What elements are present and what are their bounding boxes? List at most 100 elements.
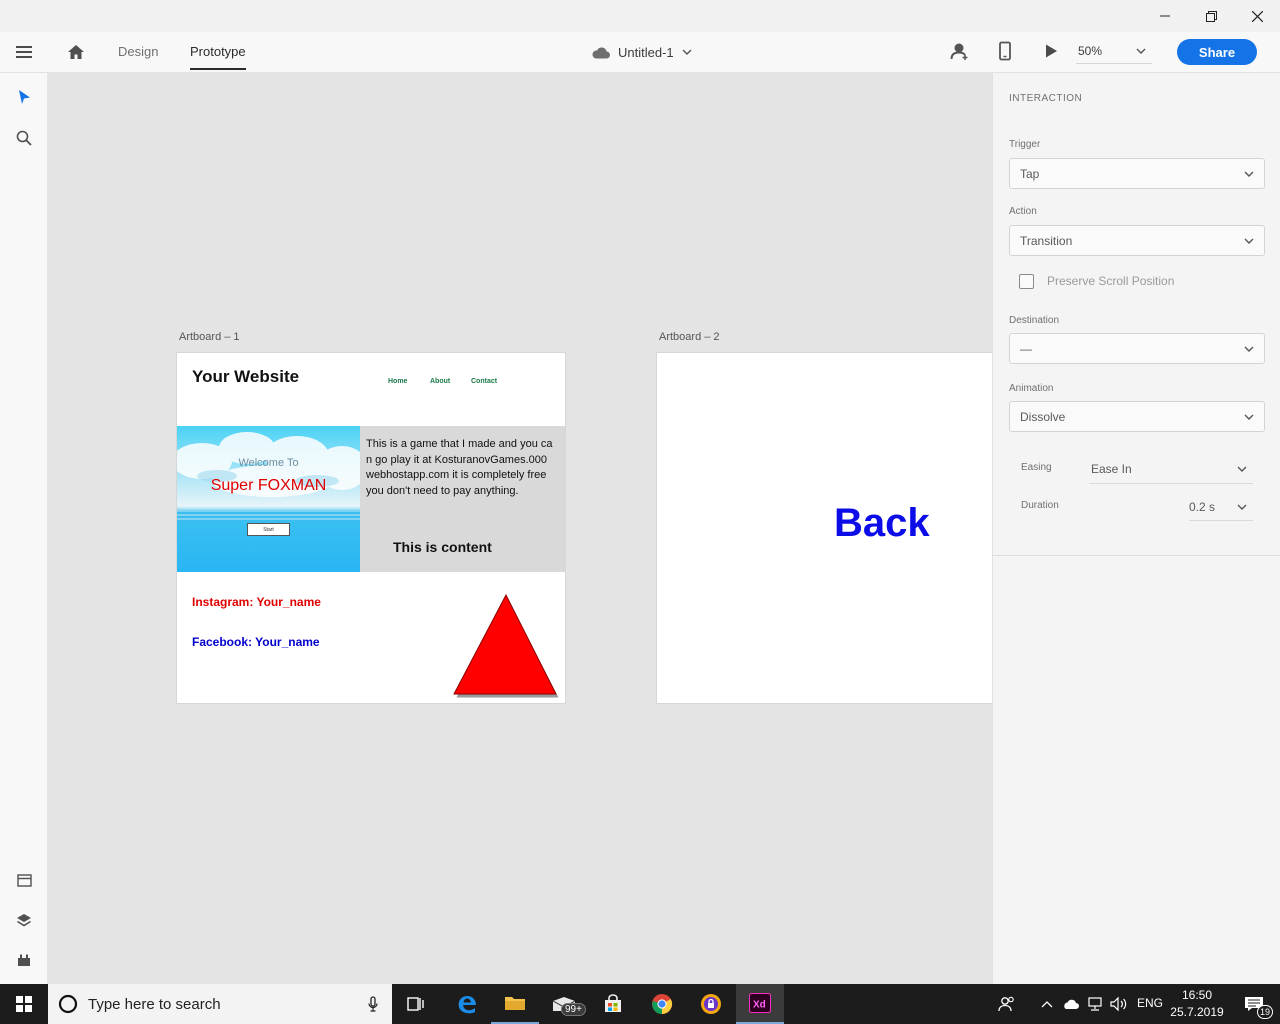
chevron-down-icon	[1244, 238, 1254, 244]
app-header: Design Prototype Untitled-1 50% Share	[0, 32, 1280, 73]
trigger-label: Trigger	[1009, 139, 1041, 150]
game-title: Super FOXMAN	[210, 477, 327, 494]
zoom-tool[interactable]	[12, 126, 36, 150]
action-select[interactable]: Transition	[1009, 225, 1265, 256]
close-button[interactable]	[1234, 0, 1280, 32]
user-review-icon	[950, 43, 968, 60]
restore-icon	[1205, 10, 1217, 22]
cloud-icon	[592, 46, 610, 58]
language-indicator[interactable]: ENG	[1137, 996, 1163, 1010]
back-link[interactable]: Back	[834, 501, 930, 546]
network-tray-button[interactable]	[1084, 984, 1106, 1024]
microphone-icon	[368, 996, 378, 1012]
task-view-button[interactable]	[392, 984, 440, 1024]
tab-prototype[interactable]: Prototype	[190, 44, 246, 70]
task-view-icon	[407, 997, 424, 1011]
action-center-button[interactable]: 19	[1232, 984, 1276, 1024]
trigger-select[interactable]: Tap	[1009, 158, 1265, 189]
artboard-1-label[interactable]: Artboard – 1	[179, 331, 240, 343]
minimize-button[interactable]	[1142, 0, 1188, 32]
destination-select[interactable]: —	[1009, 333, 1265, 364]
chrome-button[interactable]	[638, 984, 686, 1024]
start-menu-button[interactable]	[0, 984, 48, 1024]
home-button[interactable]	[66, 42, 86, 62]
volume-tray-button[interactable]	[1108, 984, 1130, 1024]
close-icon	[1251, 10, 1263, 22]
red-triangle-shape[interactable]	[450, 592, 562, 700]
share-button[interactable]: Share	[1177, 39, 1257, 65]
tab-design[interactable]: Design	[118, 44, 158, 59]
document-title-menu[interactable]: Untitled-1	[591, 41, 692, 63]
artboard-2[interactable]: Back	[656, 352, 992, 704]
nav-about[interactable]: About	[430, 378, 450, 385]
cortana-circle-icon	[58, 994, 78, 1014]
action-label: Action	[1009, 206, 1037, 217]
clock-time: 16:50	[1181, 988, 1213, 1002]
instagram-link[interactable]: Instagram: Your_name	[192, 595, 321, 609]
restore-button[interactable]	[1188, 0, 1234, 32]
zoom-value: 50%	[1078, 43, 1103, 58]
chevron-down-icon	[1136, 48, 1146, 54]
panel-divider	[993, 555, 1280, 556]
file-explorer-button[interactable]	[491, 984, 539, 1024]
nav-contact[interactable]: Contact	[471, 378, 497, 385]
preserve-scroll-checkbox[interactable]	[1019, 274, 1034, 289]
home-icon	[68, 45, 84, 59]
start-button[interactable]: Start	[247, 523, 290, 536]
game-hero-image[interactable]: Welcome To Super FOXMAN Start	[177, 426, 360, 572]
easing-select[interactable]: Ease In	[1089, 455, 1253, 484]
artboard-2-label[interactable]: Artboard – 2	[659, 331, 720, 343]
design-canvas[interactable]: Artboard – 1 Your Website Home About Con…	[48, 73, 992, 984]
taskbar-search-box[interactable]: Type here to search	[48, 984, 392, 1024]
people-icon	[998, 996, 1014, 1012]
nav-home[interactable]: Home	[388, 378, 407, 385]
destination-value: —	[1020, 341, 1032, 356]
vpn-app-button[interactable]	[687, 984, 735, 1024]
search-icon	[16, 130, 32, 146]
pixel-clouds-image	[177, 432, 360, 497]
minimize-icon	[1160, 15, 1170, 17]
adobe-xd-icon: Xd	[749, 993, 771, 1013]
content-block[interactable]: This is a game that I made and you can g…	[360, 426, 565, 572]
mail-badge: 99+	[561, 1003, 586, 1016]
preserve-scroll-label[interactable]: Preserve Scroll Position	[1047, 274, 1174, 288]
plugins-panel-button[interactable]	[12, 948, 36, 972]
people-button[interactable]	[987, 984, 1027, 1024]
facebook-link[interactable]: Facebook: Your_name	[192, 635, 320, 649]
device-preview-button[interactable]	[998, 41, 1014, 63]
desktop-preview-button[interactable]	[1044, 43, 1060, 61]
layers-panel-button[interactable]	[12, 908, 36, 932]
chevron-down-icon	[1237, 504, 1247, 510]
plugins-icon	[18, 954, 30, 966]
artboard-1[interactable]: Your Website Home About Contact Welcome …	[176, 352, 566, 704]
select-tool[interactable]	[12, 85, 36, 109]
animation-select[interactable]: Dissolve	[1009, 401, 1265, 432]
play-icon	[1046, 44, 1057, 58]
shield-lock-icon	[701, 994, 721, 1014]
window-title-bar	[0, 0, 1280, 32]
content-paragraph: This is a game that I made and you can g…	[366, 438, 553, 497]
windows-taskbar: Type here to search 99+ Xd ENG 16:50 25.…	[0, 984, 1280, 1024]
sea-stripes	[177, 510, 360, 522]
show-hidden-icons-button[interactable]	[1036, 984, 1058, 1024]
clock[interactable]: 16:50 25.7.2019	[1168, 987, 1226, 1021]
assets-panel-button[interactable]	[12, 868, 36, 892]
content-heading: This is content	[393, 539, 492, 555]
zoom-select[interactable]: 50%	[1076, 38, 1152, 64]
store-bag-icon	[605, 994, 621, 1012]
site-title[interactable]: Your Website	[192, 367, 299, 387]
chrome-icon	[652, 994, 673, 1015]
onedrive-tray-button[interactable]	[1060, 984, 1082, 1024]
menu-button[interactable]	[14, 44, 34, 60]
folder-icon	[505, 997, 525, 1010]
store-button[interactable]	[589, 984, 637, 1024]
edge-icon	[458, 995, 476, 1014]
onedrive-cloud-icon	[1064, 999, 1079, 1009]
edge-browser-button[interactable]	[443, 984, 491, 1024]
duration-stepper[interactable]: 0.2 s	[1189, 493, 1253, 521]
adobe-xd-button[interactable]: Xd	[736, 984, 784, 1024]
mail-button[interactable]: 99+	[540, 984, 588, 1024]
chevron-up-icon	[1041, 1001, 1053, 1008]
assets-icon	[16, 873, 32, 887]
share-for-review-button[interactable]	[950, 41, 970, 61]
